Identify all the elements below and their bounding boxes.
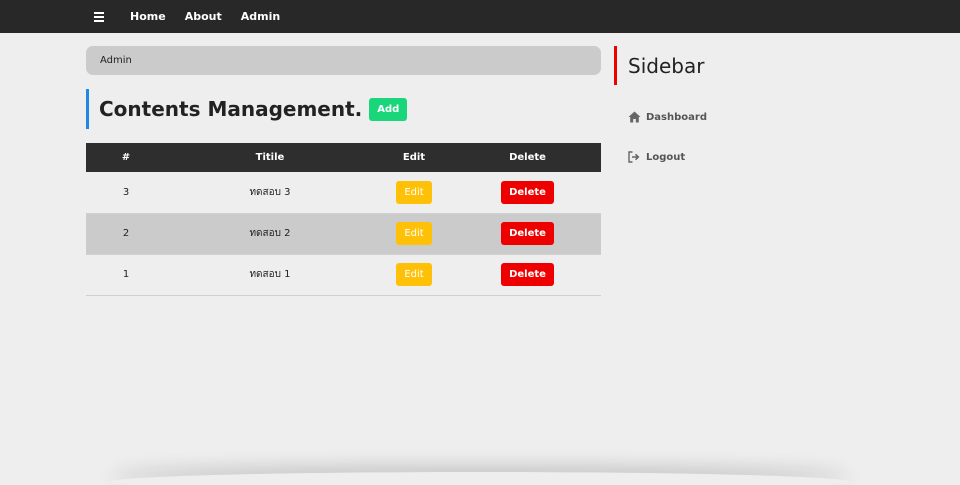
logout-icon (627, 150, 641, 164)
row-delete-cell: Delete (454, 213, 601, 255)
contents-table: # Titile Edit Delete 3 ทดสอบ 3 Edit Dele… (86, 143, 601, 296)
row-edit-cell: Edit (374, 172, 454, 214)
row-id-cell: 1 (86, 254, 166, 296)
column-header-number: # (86, 143, 166, 172)
column-header-edit: Edit (374, 143, 454, 172)
table-row: 1 ทดสอบ 1 Edit Delete (86, 254, 601, 296)
nav-link-home[interactable]: Home (130, 10, 166, 23)
sidebar-item-label: Dashboard (646, 111, 707, 123)
hamburger-menu-icon[interactable] (88, 11, 110, 22)
table-row: 2 ทดสอบ 2 Edit Delete (86, 213, 601, 255)
row-title-cell: ทดสอบ 1 (166, 254, 374, 296)
home-icon (627, 110, 641, 124)
page-heading: Contents Management. Add (86, 89, 408, 129)
delete-button[interactable]: Delete (501, 263, 554, 286)
edit-button[interactable]: Edit (396, 263, 432, 286)
column-header-delete: Delete (454, 143, 601, 172)
sidebar-title: Sidebar (614, 46, 704, 85)
footer-shadow (110, 472, 850, 485)
delete-button[interactable]: Delete (501, 222, 554, 245)
nav-link-about[interactable]: About (185, 10, 222, 23)
edit-button[interactable]: Edit (396, 180, 432, 204)
delete-button[interactable]: Delete (501, 180, 554, 204)
breadcrumb: Admin (86, 46, 601, 75)
sidebar-item-label: Logout (646, 151, 686, 163)
top-navbar: Home About Admin (0, 0, 960, 33)
page-title: Contents Management. (99, 97, 363, 121)
row-title-cell: ทดสอบ 3 (166, 172, 374, 214)
table-header-row: # Titile Edit Delete (86, 143, 601, 172)
row-edit-cell: Edit (374, 254, 454, 296)
add-content-button[interactable]: Add (369, 97, 408, 121)
sidebar-item-logout[interactable]: Logout (627, 150, 685, 164)
sidebar-item-dashboard[interactable]: Dashboard (627, 110, 707, 124)
column-header-title: Titile (166, 143, 374, 172)
row-delete-cell: Delete (454, 254, 601, 296)
breadcrumb-item-admin[interactable]: Admin (100, 55, 132, 66)
row-id-cell: 2 (86, 213, 166, 255)
table-row: 3 ทดสอบ 3 Edit Delete (86, 172, 601, 214)
row-edit-cell: Edit (374, 213, 454, 255)
row-delete-cell: Delete (454, 172, 601, 214)
row-title-cell: ทดสอบ 2 (166, 213, 374, 255)
nav-link-admin[interactable]: Admin (241, 10, 280, 23)
nav-links: Home About Admin (130, 10, 299, 23)
edit-button[interactable]: Edit (396, 222, 432, 245)
row-id-cell: 3 (86, 172, 166, 214)
